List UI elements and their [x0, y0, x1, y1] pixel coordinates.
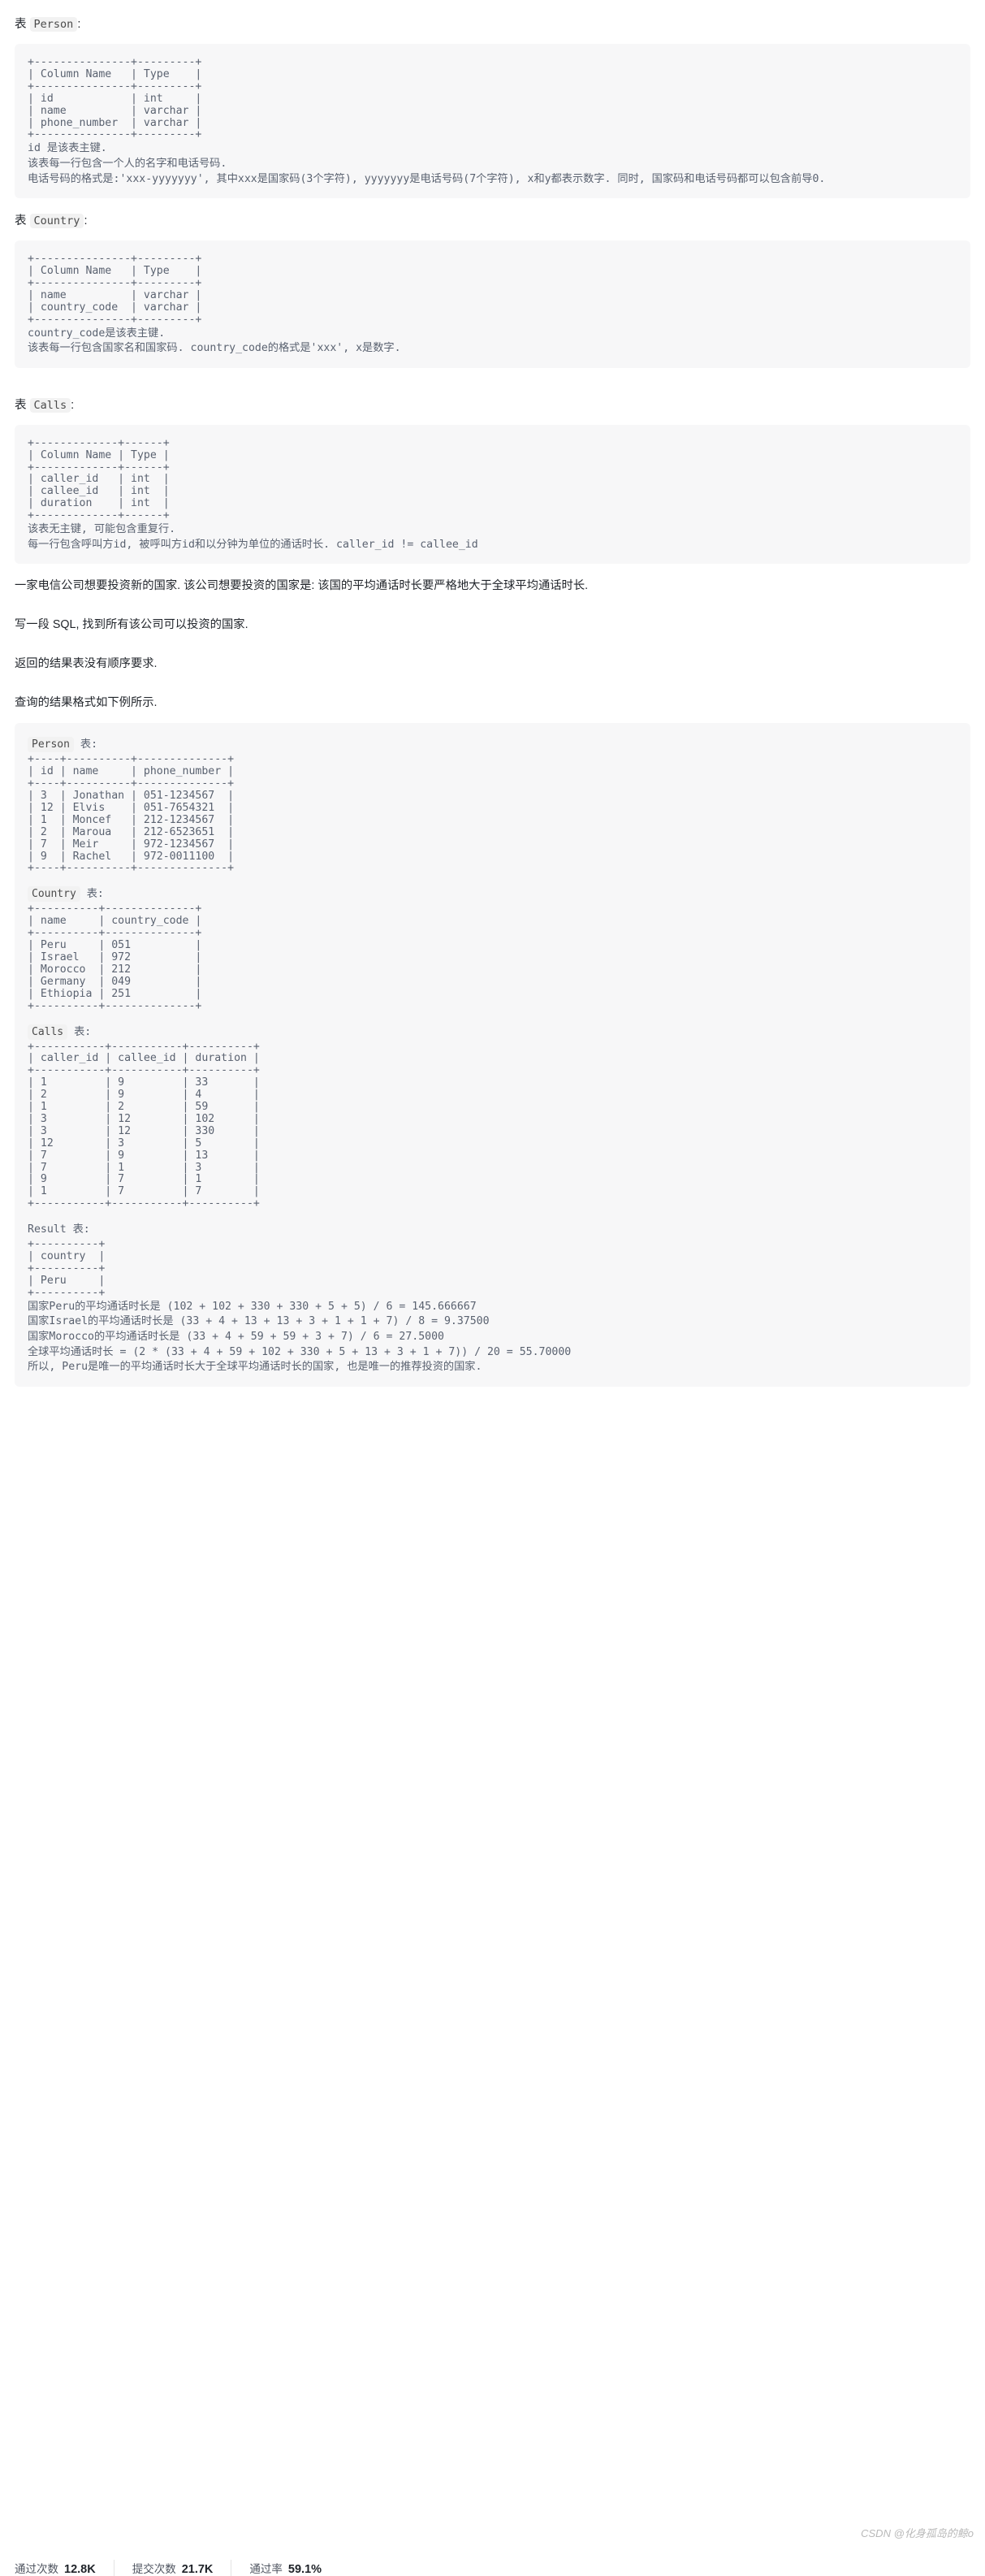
calls-schema-block: +-------------+------+ | Column Name | T…	[15, 424, 970, 565]
problem-paragraph-1: 一家电信公司想要投资新的国家. 该公司想要投资的国家是: 该国的平均通话时长要严…	[15, 579, 589, 593]
stat-accepted-label: 通过次数	[15, 2563, 58, 2575]
person-table-name: Person	[29, 17, 78, 32]
example-country-label: Country 表:	[28, 885, 957, 903]
example-country-table-name: Country	[28, 886, 80, 903]
stat-acceptance-rate-value: 59.1%	[287, 2563, 322, 2576]
article-page: 表 Person: +---------------+---------+ | …	[0, 0, 985, 2576]
example-result-table-name: Result	[28, 1223, 67, 1236]
problem-paragraph-3: 返回的结果表没有顺序要求.	[15, 657, 158, 671]
example-country-label-suffix: 表:	[86, 888, 104, 901]
country-schema-description: country_code是该表主键. 该表每一行包含国家名和国家码. count…	[28, 327, 401, 355]
example-calls-label-suffix: 表:	[74, 1025, 92, 1038]
example-calls-label: Calls 表:	[28, 1024, 957, 1041]
stat-submissions-label: 提交次数	[132, 2563, 176, 2575]
calls-heading-suffix: :	[71, 398, 75, 412]
example-calls-ascii: +-----------+-----------+----------+ | c…	[28, 1040, 260, 1210]
calls-schema-ascii: +-------------+------+ | Column Name | T…	[28, 436, 170, 522]
calls-heading-prefix: 表	[15, 398, 27, 412]
calls-schema-description: 该表无主键, 可能包含重复行. 每一行包含呼叫方id, 被呼叫方id和以分钟为单…	[28, 523, 478, 551]
example-country-ascii: +----------+--------------+ | name | cou…	[28, 903, 202, 1012]
csdn-watermark: CSDN @化身孤岛的鲸o	[861, 2527, 974, 2539]
example-person-table-name: Person	[28, 737, 74, 753]
person-schema-ascii: +---------------+---------+ | Column Nam…	[28, 56, 202, 141]
example-block: Person 表: +----+----------+-------------…	[15, 723, 970, 1387]
example-person-ascii: +----+----------+--------------+ | id | …	[28, 753, 235, 875]
example-result-label-suffix: 表:	[72, 1223, 90, 1236]
example-result-ascii: +----------+ | country | +----------+ | …	[28, 1238, 106, 1299]
stats-footer: 通过次数 12.8K 提交次数 21.7K 通过率 59.1%	[0, 2548, 985, 2576]
person-table-heading: 表 Person:	[15, 8, 970, 32]
example-result-label: Result 表:	[28, 1221, 957, 1239]
stat-accepted: 通过次数 12.8K	[15, 2560, 114, 2576]
stat-accepted-value: 12.8K	[64, 2563, 96, 2576]
calls-table-name: Calls	[29, 397, 71, 413]
example-person-label-suffix: 表:	[80, 738, 98, 751]
calls-table-heading: 表 Calls:	[15, 386, 970, 413]
problem-paragraph-2: 写一段 SQL, 找到所有该公司可以投资的国家.	[15, 618, 248, 632]
country-heading-prefix: 表	[15, 214, 27, 228]
article-content: 表 Person: +---------------+---------+ | …	[0, 0, 985, 1387]
stat-acceptance-rate: 通过率 59.1%	[231, 2560, 339, 2576]
country-schema-block: +---------------+---------+ | Column Nam…	[15, 240, 970, 368]
problem-paragraph-4: 查询的结果格式如下例所示.	[15, 696, 158, 710]
person-heading-suffix: :	[77, 18, 81, 31]
example-explanation: 国家Peru的平均通话时长是 (102 + 102 + 330 + 330 + …	[28, 1300, 572, 1374]
person-heading-prefix: 表	[15, 18, 27, 31]
country-table-name: Country	[29, 214, 84, 229]
example-person-label: Person 表:	[28, 736, 957, 754]
stat-acceptance-rate-label: 通过率	[249, 2563, 283, 2575]
country-table-heading: 表 Country:	[15, 201, 970, 229]
country-heading-suffix: :	[84, 214, 88, 228]
country-schema-ascii: +---------------+---------+ | Column Nam…	[28, 253, 202, 326]
person-schema-block: +---------------+---------+ | Column Nam…	[15, 44, 970, 199]
example-calls-table-name: Calls	[28, 1024, 68, 1040]
person-schema-description: id 是该表主键. 该表每一行包含一个人的名字和电话号码. 电话号码的格式是:'…	[28, 142, 826, 185]
stat-submissions-value: 21.7K	[181, 2563, 214, 2576]
stat-submissions: 提交次数 21.7K	[113, 2560, 231, 2576]
